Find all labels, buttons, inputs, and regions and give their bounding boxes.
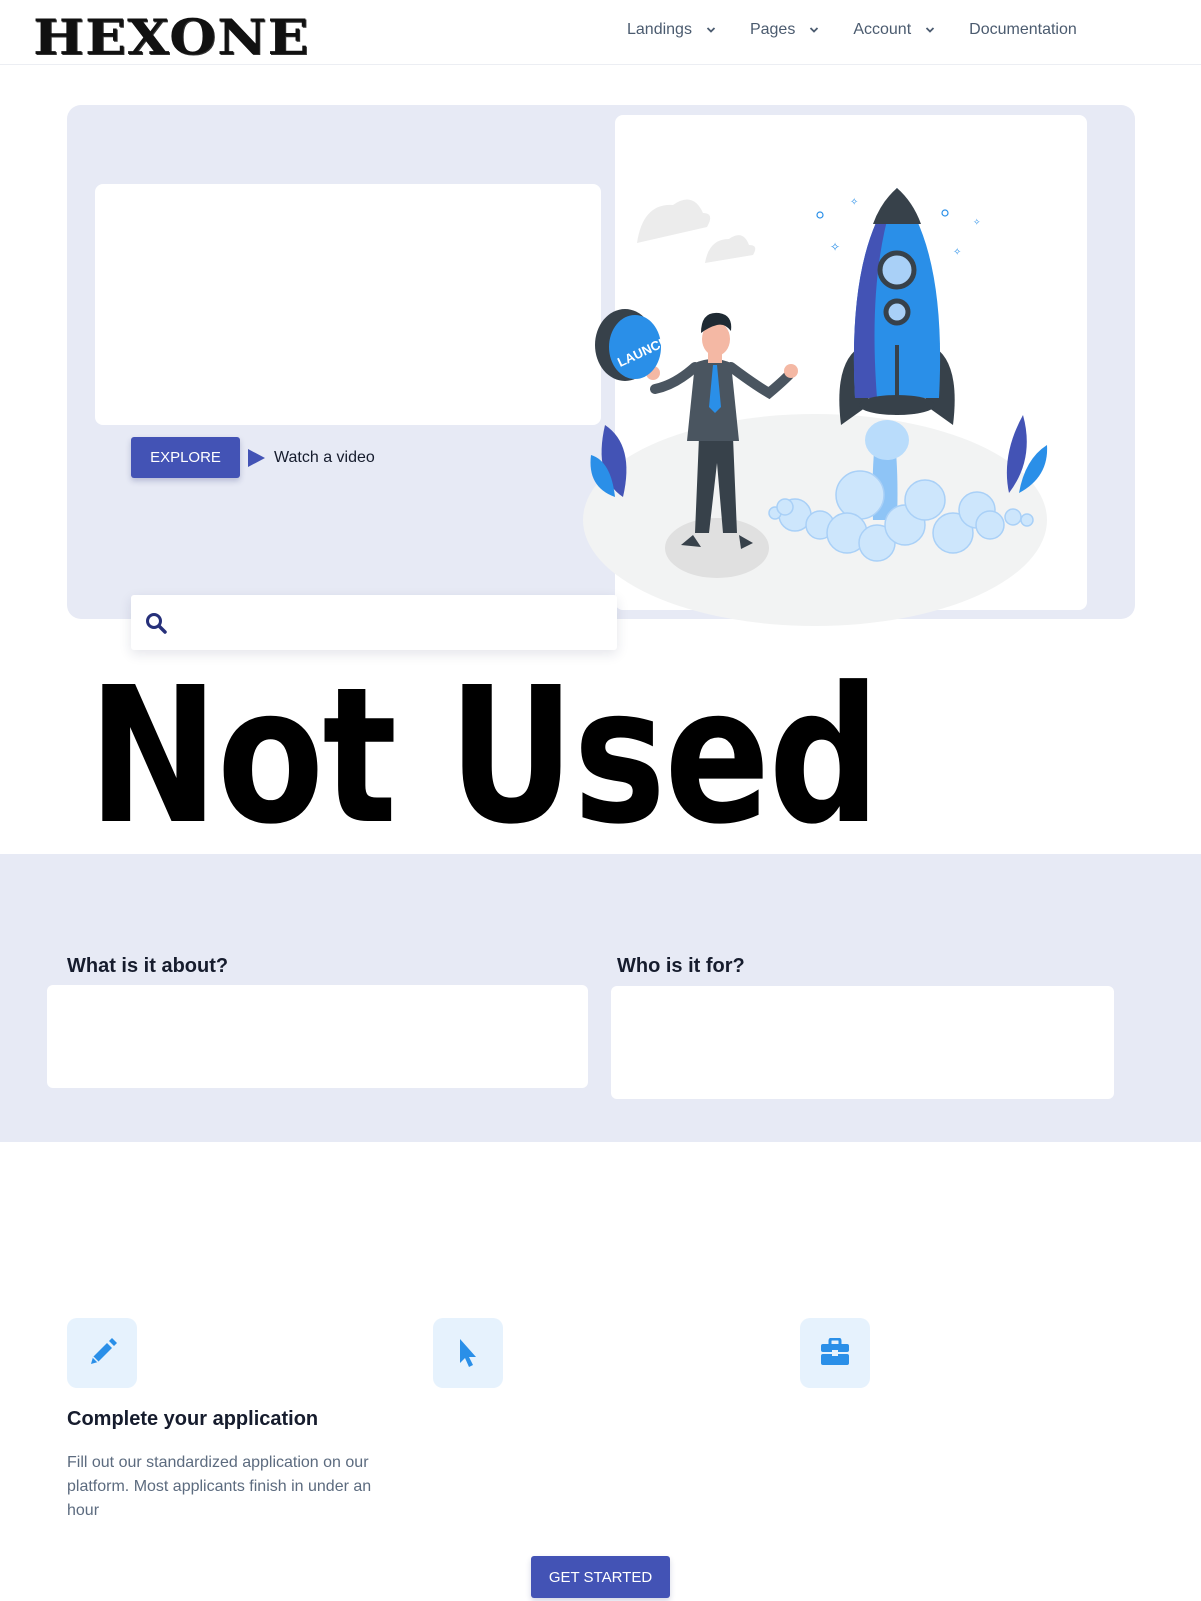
briefcase-icon	[821, 1338, 849, 1365]
svg-text:✧: ✧	[830, 240, 840, 254]
nav-item-pages[interactable]: Pages	[750, 21, 853, 39]
watch-video-label: Watch a video	[274, 449, 375, 466]
main-nav: Landings Pages Account Documentation	[627, 21, 1077, 39]
svg-text:✧: ✧	[953, 247, 961, 258]
chevron-down-icon	[706, 27, 716, 33]
nav-item-label: Account	[853, 21, 912, 38]
feature-icon-box	[67, 1318, 137, 1388]
watch-video-link[interactable]: Watch a video	[246, 448, 375, 468]
nav-item-documentation[interactable]: Documentation	[969, 21, 1077, 39]
chevron-down-icon	[926, 27, 935, 33]
nav-item-landings[interactable]: Landings	[627, 21, 750, 39]
what-is-it-about-card	[47, 985, 588, 1088]
rocket-launch-illustration: ✧ ✧ ✧ ✧ LAUNCH	[583, 115, 1087, 626]
overlay-heading: Not Used	[88, 647, 880, 866]
what-is-it-about-heading: What is it about?	[67, 955, 229, 977]
illustration-svg: ✧ ✧ ✧ ✧ LAUNCH	[583, 188, 1048, 626]
nav-item-account[interactable]: Account	[853, 21, 969, 39]
who-is-it-for-card	[611, 986, 1114, 1099]
cursor-icon	[460, 1339, 476, 1367]
about-section: What is it about? Who is it for?	[0, 854, 1201, 1142]
pencil-icon	[91, 1338, 117, 1364]
feature-title: Complete your application	[67, 1408, 319, 1430]
svg-text:✧: ✧	[973, 218, 981, 228]
get-started-button[interactable]: GET STARTED	[531, 1556, 670, 1598]
chevron-down-icon	[810, 27, 819, 33]
play-icon	[248, 449, 265, 467]
nav-item-label: Documentation	[969, 21, 1077, 38]
logo[interactable]: HEXONE	[33, 13, 310, 62]
nav-item-label: Pages	[749, 21, 796, 38]
site-header: HEXONE Landings Pages Account Documentat…	[0, 0, 1201, 65]
explore-button[interactable]: EXPLORE	[131, 437, 240, 478]
search-bar	[131, 595, 617, 650]
feature-icon-box	[800, 1318, 870, 1388]
feature-description: Fill out our standardized application on…	[67, 1454, 372, 1519]
svg-text:✧: ✧	[850, 197, 858, 208]
nav-item-label: Landings	[627, 21, 692, 38]
search-icon	[146, 612, 167, 634]
feature-icon-box	[433, 1318, 503, 1388]
hero-text-card	[95, 184, 601, 425]
search-input[interactable]	[177, 602, 617, 643]
who-is-it-for-heading: Who is it for?	[617, 955, 745, 977]
